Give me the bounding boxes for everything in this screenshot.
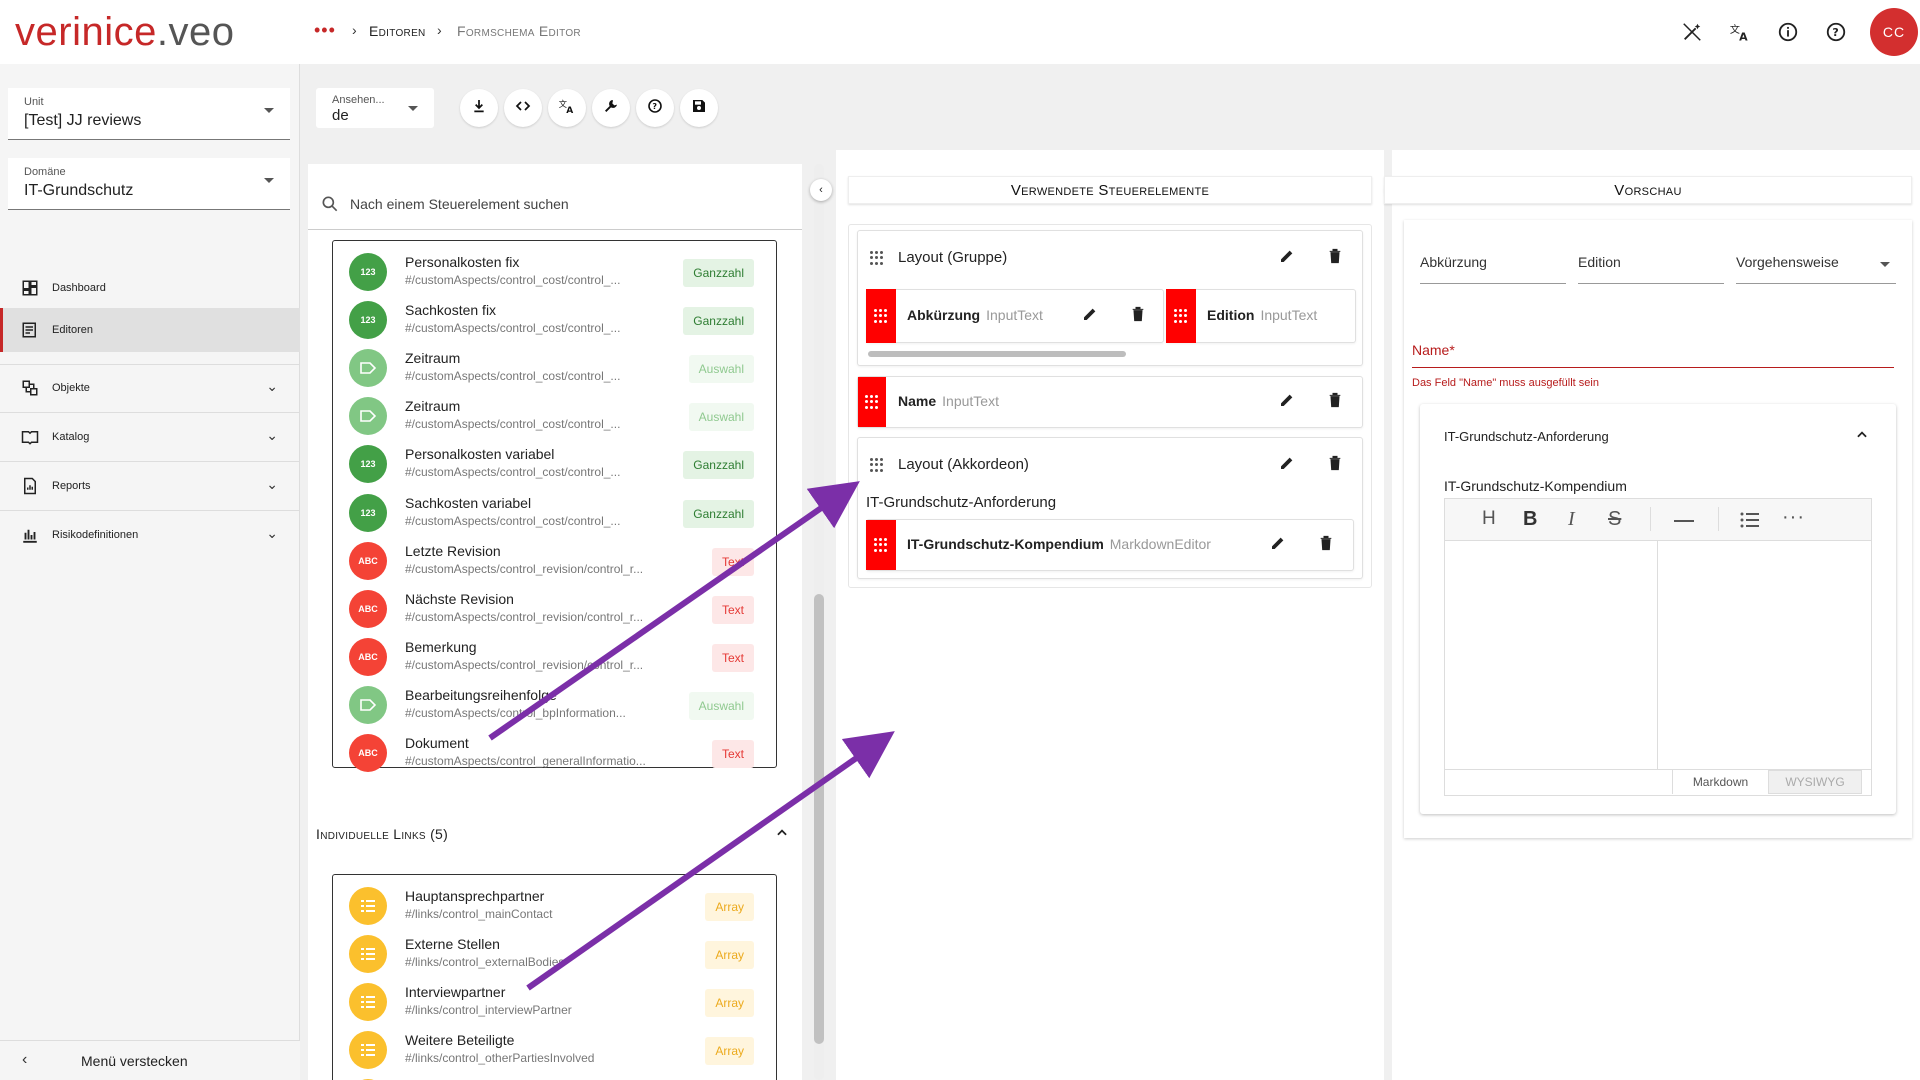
arrow-1 [488, 481, 860, 741]
annotation-arrows [488, 481, 895, 991]
arrow-2 [526, 731, 895, 991]
